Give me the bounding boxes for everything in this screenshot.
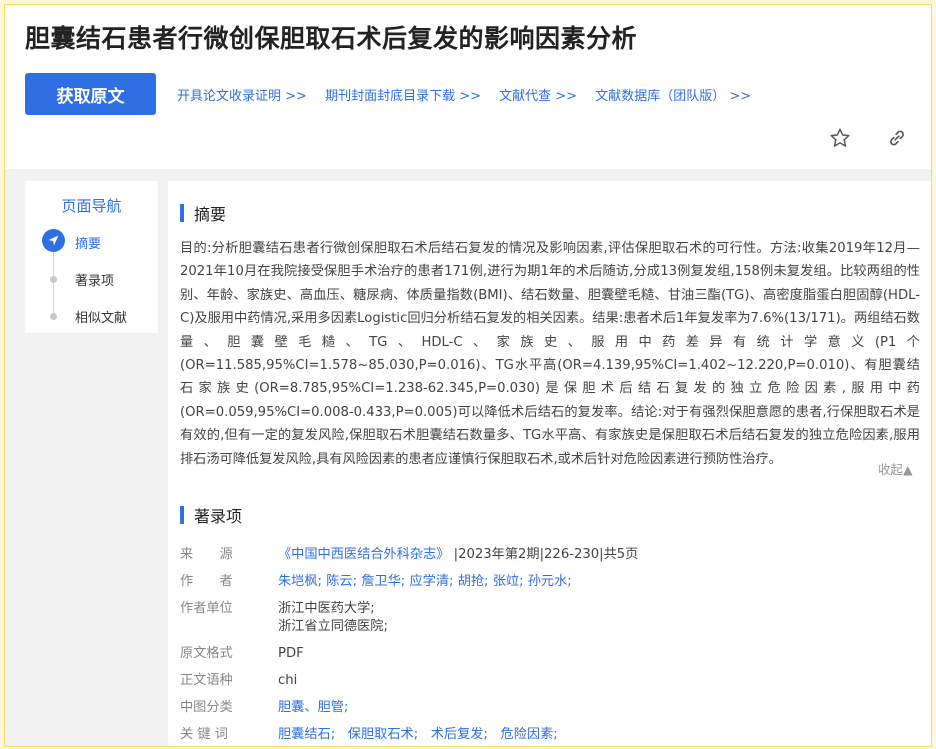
nav-item-abstract[interactable]: 摘要 — [75, 233, 101, 252]
clc-link[interactable]: 胆囊、 — [278, 700, 318, 715]
author-link[interactable]: 詹卫华; — [361, 574, 405, 589]
star-icon[interactable] — [827, 125, 853, 151]
section-marker — [180, 204, 184, 222]
record-title: 著录项 — [194, 507, 243, 526]
source-journal-link[interactable]: 《中国中西医结合外科杂志》 — [278, 547, 449, 562]
author-link[interactable]: 孙元水; — [528, 574, 572, 589]
main-content: 摘要 目的:分析胆囊结石患者行微创保胆取石术后结石复发的情况及影响因素,评估保胆… — [168, 181, 931, 746]
language-label: 正文语种 — [180, 673, 233, 688]
header-card: 胆囊结石患者行微创保胆取石术后复发的影响因素分析 获取原文 开具论文收录证明 >… — [5, 5, 931, 169]
send-icon — [42, 229, 65, 252]
source-detail: |2023年第2期|226-230|共5页 — [453, 547, 639, 562]
link-database-team[interactable]: 文献数据库（团队版） >> — [595, 89, 751, 104]
abstract-text: 目的:分析胆囊结石患者行微创保胆取石术后结石复发的情况及影响因素,评估保胆取石术… — [180, 241, 920, 467]
keyword-link[interactable]: 危险因素; — [501, 727, 558, 742]
affiliation-1: 浙江中医药大学; — [278, 601, 375, 616]
link-certificate[interactable]: 开具论文收录证明 >> — [177, 89, 307, 104]
keywords-label: 关 键 词 — [180, 727, 228, 742]
page-frame: 胆囊结石患者行微创保胆取石术后复发的影响因素分析 获取原文 开具论文收录证明 >… — [4, 4, 932, 747]
get-original-button[interactable]: 获取原文 — [25, 73, 156, 115]
abstract-heading: 摘要 — [180, 201, 226, 225]
link-cover-download[interactable]: 期刊封面封底目录下载 >> — [325, 89, 481, 104]
authors-label: 作 者 — [180, 574, 233, 589]
page-title: 胆囊结石患者行微创保胆取石术后复发的影响因素分析 — [25, 24, 638, 53]
nav-dot — [50, 313, 57, 320]
source-label: 来 源 — [180, 547, 233, 562]
keyword-link[interactable]: 保胆取石术; — [348, 727, 418, 742]
collapse-button[interactable]: 收起▲ — [878, 459, 913, 478]
author-link[interactable]: 陈云; — [326, 574, 357, 589]
nav-dot — [50, 276, 57, 283]
affiliation-2: 浙江省立同德医院; — [278, 619, 388, 634]
author-link[interactable]: 胡抢; — [458, 574, 489, 589]
link-icon[interactable] — [884, 125, 910, 151]
nav-title: 页面导航 — [61, 197, 122, 215]
affiliation-label: 作者单位 — [180, 601, 233, 616]
clc-link[interactable]: 胆管; — [318, 700, 349, 715]
section-marker — [180, 506, 184, 524]
format-value: PDF — [278, 646, 304, 661]
keyword-link[interactable]: 胆囊结石; — [278, 727, 335, 742]
abstract-title: 摘要 — [194, 205, 227, 224]
service-links: 开具论文收录证明 >> 期刊封面封底目录下载 >> 文献代查 >> 文献数据库（… — [177, 85, 765, 104]
author-link[interactable]: 应学清; — [409, 574, 453, 589]
author-link[interactable]: 朱垲枫; — [278, 574, 322, 589]
nav-item-similar[interactable]: 相似文献 — [75, 307, 127, 326]
format-label: 原文格式 — [180, 646, 233, 661]
nav-item-record[interactable]: 著录项 — [75, 270, 114, 289]
record-heading: 著录项 — [180, 503, 242, 527]
link-document-delivery[interactable]: 文献代查 >> — [499, 89, 577, 104]
page-navigation: 页面导航 摘要 著录项 相似文献 — [25, 181, 158, 333]
author-link[interactable]: 张竝; — [493, 574, 524, 589]
clc-label: 中图分类 — [180, 700, 233, 715]
language-value: chi — [278, 673, 298, 688]
keyword-link[interactable]: 术后复发; — [431, 727, 488, 742]
